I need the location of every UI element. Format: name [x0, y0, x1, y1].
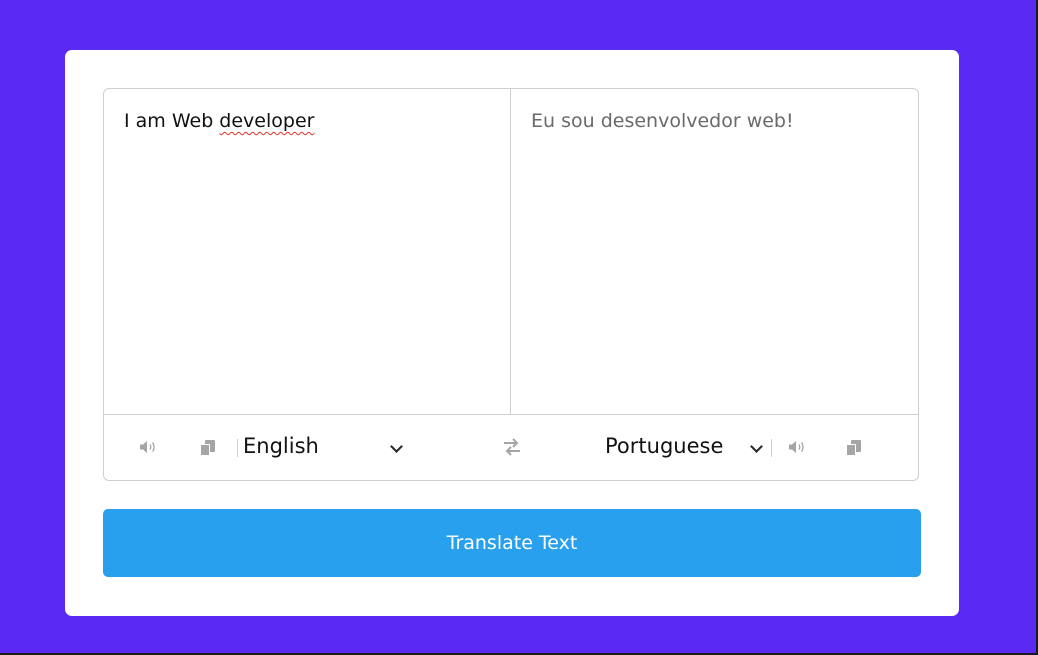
source-language-label: English [243, 434, 319, 458]
translate-text-button[interactable]: Translate Text [103, 509, 921, 577]
target-language-select[interactable]: Portuguese [605, 434, 723, 458]
text-panes: I am Web developer Eu sou desenvolvedor … [104, 89, 918, 415]
translated-text-area[interactable]: Eu sou desenvolvedor web! [511, 89, 918, 414]
source-text-plain: I am Web [124, 110, 220, 132]
controls-row: English Portuguese [104, 414, 918, 480]
target-language-label: Portuguese [605, 434, 724, 458]
source-text-area[interactable]: I am Web developer [104, 89, 511, 414]
swap-arrows-icon[interactable] [502, 438, 522, 456]
translator-box: I am Web developer Eu sou desenvolvedor … [103, 88, 919, 481]
source-divider [237, 439, 238, 457]
source-copy-icon[interactable] [200, 440, 215, 456]
translator-card: I am Web developer Eu sou desenvolvedor … [65, 50, 959, 616]
source-chevron-down-icon[interactable] [390, 440, 403, 453]
source-language-select[interactable]: English [243, 434, 319, 458]
target-volume-icon[interactable] [788, 440, 806, 457]
source-volume-icon[interactable] [139, 440, 157, 457]
target-divider [771, 439, 772, 457]
target-chevron-down-icon[interactable] [750, 440, 763, 453]
source-text-misspelled-word: developer [219, 110, 315, 132]
target-copy-icon[interactable] [846, 440, 861, 456]
